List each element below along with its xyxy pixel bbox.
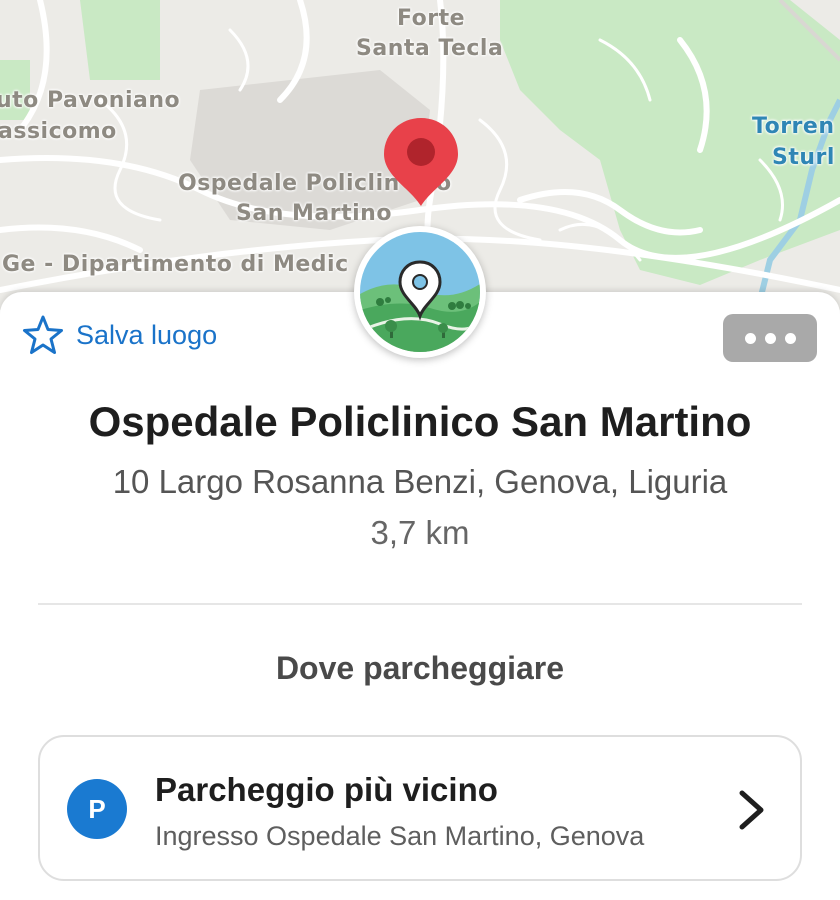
place-details-sheet: Salva luogo Ospedale Policlinico San Mar…	[0, 292, 840, 900]
place-title: Ospedale Policlinico San Martino	[88, 398, 752, 445]
map-label-assicomo: assicomo	[0, 119, 117, 144]
map-label-dipartimento: Ge - Dipartimento di Medic	[2, 252, 349, 277]
map-label-ospedale: Ospedale Policlin	[178, 171, 400, 196]
parking-icon: P	[67, 779, 127, 839]
map-label-sturla: Sturl	[772, 145, 835, 170]
map-pin-icon[interactable]	[382, 116, 460, 208]
place-category-icon	[354, 226, 486, 358]
more-icon-dot	[784, 332, 796, 344]
parking-title: Parcheggio più vicino	[155, 771, 498, 808]
parking-section-title: Dove parcheggiare	[275, 650, 565, 686]
map-label-santa-tecla: Santa Tecla	[356, 36, 504, 61]
save-place-button[interactable]: Salva luogo	[22, 314, 217, 356]
nearest-parking-card[interactable]: P Parcheggio più vicino Ingresso Ospedal…	[38, 735, 802, 881]
more-icon	[744, 332, 756, 344]
map-label-pavoniano: uto Pavoniano	[0, 88, 181, 113]
map-label-san-martino: San Martino	[236, 201, 392, 226]
place-address: 10 Largo Rosanna Benzi, Genova, Liguria	[112, 463, 728, 500]
place-distance: 3,7 km	[370, 514, 470, 551]
map-label-torrente: Torren	[752, 114, 835, 139]
map-label-forte: Forte	[397, 6, 466, 31]
star-icon	[23, 315, 63, 354]
parking-subtitle: Ingresso Ospedale San Martino, Genova	[155, 821, 645, 851]
save-place-label: Salva luogo	[76, 319, 218, 350]
divider	[38, 603, 802, 605]
chevron-right-icon	[739, 790, 764, 830]
more-icon-dot	[764, 332, 776, 344]
more-options-button[interactable]	[723, 314, 817, 362]
